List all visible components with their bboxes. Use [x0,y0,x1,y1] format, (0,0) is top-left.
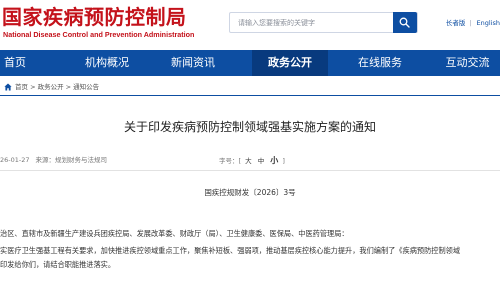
site-title[interactable]: 国家疾病预防控制局 [2,6,187,28]
article-source: 来源：规划财务与法规司 [35,156,108,164]
article-meta: 26-01-27 来源：规划财务与法规司 [0,156,107,165]
nav-item-interaction[interactable]: 互动交流 [435,50,500,76]
article-title: 关于印发疾病预防控制领域强基实施方案的通知 [123,120,376,134]
site-header: 国家疾病预防控制局 National Disease Control and P… [0,0,500,50]
font-size-control: 字号：[ 大 中 小 ] [219,156,285,166]
english-link[interactable]: English [477,19,500,27]
search-button[interactable] [393,12,417,33]
search-input[interactable]: 请输入您要搜索的关键字 [229,12,418,33]
nav-item-news[interactable]: 新闻资讯 [158,50,228,76]
font-size-large[interactable]: 大 [245,157,252,165]
search-icon [399,17,410,28]
body-paragraph: 实医疗卫生强基工程有关要求，加快推进疾控领域重点工作，聚焦补短板、强弱项，推动基… [0,246,461,255]
publish-date: 26-01-27 [0,156,30,164]
font-size-small[interactable]: 小 [270,156,278,165]
addressee: 治区、直辖市及新疆生产建设兵团疾控局、发展改革委、财政厅（局）、卫生健康委、医保… [0,229,349,238]
main-nav: 首页 机构概况 新闻资讯 政务公开 在线服务 互动交流 [0,50,500,76]
top-links: 长者版 | English [441,19,500,28]
font-size-medium[interactable]: 中 [258,157,265,165]
nav-item-government-affairs[interactable]: 政务公开 [252,50,328,76]
nav-item-online-services[interactable]: 在线服务 [345,50,415,76]
elder-mode-link[interactable]: 长者版 [446,19,466,27]
link-separator: | [469,19,472,27]
search-placeholder: 请输入您要搜索的关键字 [238,19,315,27]
nav-item-home[interactable]: 首页 [0,50,30,76]
meta-divider [0,170,500,171]
breadcrumb-divider [0,95,500,96]
body-paragraph-continued: 印发给你们，请结合职能推进落实。 [0,260,116,269]
breadcrumb-text[interactable]: 首页 > 政务公开 > 通知公告 [15,80,99,94]
nav-item-about[interactable]: 机构概况 [72,50,142,76]
document-number: 国疾控规财发〔2026〕3号 [204,188,296,197]
site-subtitle: National Disease Control and Prevention … [3,30,195,39]
font-size-prefix: 字号：[ [219,157,242,165]
home-icon [4,83,12,91]
font-size-suffix: ] [282,157,285,165]
